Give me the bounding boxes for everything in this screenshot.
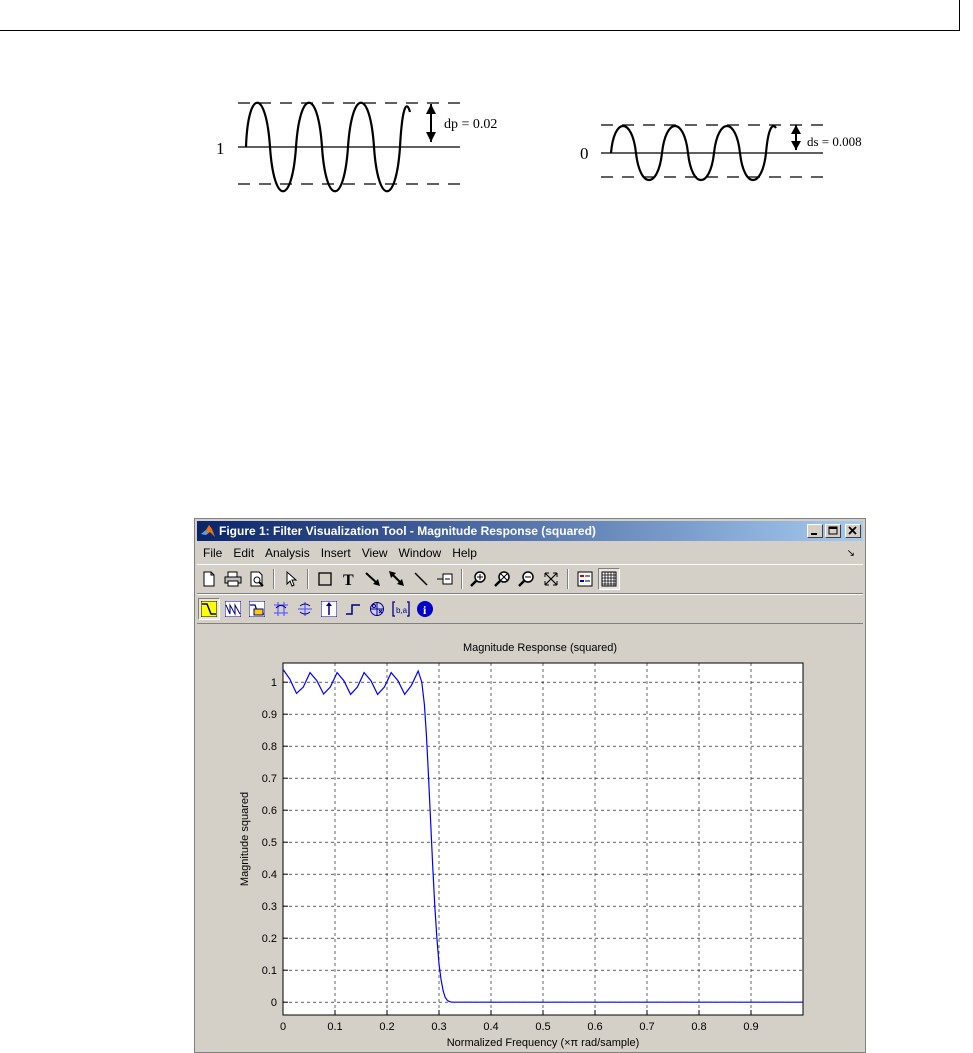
zoom-in-icon[interactable]: [468, 568, 490, 590]
step-response-icon[interactable]: [342, 598, 364, 620]
x-tick-label: 0.1: [327, 1021, 342, 1033]
text-icon[interactable]: T: [338, 568, 360, 590]
y-tick-label: 0: [271, 997, 277, 1009]
y-tick-label: 0.5: [262, 837, 277, 849]
print-preview-icon[interactable]: [246, 568, 268, 590]
x-tick-label: 0: [280, 1021, 286, 1033]
x-tick-label: 0.5: [535, 1021, 550, 1033]
grid-icon[interactable]: [598, 568, 620, 590]
magnitude-phase-icon[interactable]: [246, 598, 268, 620]
x-tick-label: 0.8: [691, 1021, 706, 1033]
x-tick-label: 0.2: [379, 1021, 394, 1033]
phase-delay-icon[interactable]: [294, 598, 316, 620]
y-tick-label: 0.4: [262, 869, 277, 881]
dock-arrow-icon[interactable]: ↘: [847, 548, 855, 559]
stopband-level-label: 0: [580, 144, 589, 163]
group-delay-icon[interactable]: [270, 598, 292, 620]
menu-insert[interactable]: Insert: [315, 546, 356, 560]
svg-text:b,a: b,a: [396, 606, 408, 615]
filter-coefficients-icon[interactable]: b,a: [390, 598, 412, 620]
plot-title: Magnitude Response (squared): [463, 642, 617, 654]
close-button[interactable]: [845, 524, 861, 538]
filter-info-icon[interactable]: i: [414, 598, 436, 620]
menu-help[interactable]: Help: [446, 546, 482, 560]
y-tick-label: 0.6: [262, 805, 277, 817]
menu-bar: File Edit Analysis Insert View Window He…: [197, 543, 863, 563]
passband-ripple-diagram: 1 dp = 0.02: [216, 101, 497, 193]
figure-toolbar: T: [197, 564, 863, 594]
y-tick-label: 0.1: [262, 965, 277, 977]
x-tick-label: 0.9: [743, 1021, 758, 1033]
stopband-ripple-label: ds = 0.008: [807, 134, 862, 149]
figure-window: Figure 1: Filter Visualization Tool - Ma…: [194, 518, 866, 1053]
x-tick-label: 0.6: [587, 1021, 602, 1033]
minimize-button[interactable]: [807, 524, 823, 538]
title-bar[interactable]: Figure 1: Filter Visualization Tool - Ma…: [197, 521, 863, 541]
y-tick-label: 0.3: [262, 901, 277, 913]
menu-window[interactable]: Window: [393, 546, 447, 560]
arrow-icon[interactable]: [362, 568, 384, 590]
analysis-toolbar: b,a i: [197, 594, 863, 624]
x-axis-label: Normalized Frequency (×π rad/sample): [447, 1037, 640, 1049]
menu-file[interactable]: File: [197, 546, 227, 560]
y-tick-label: 0.2: [262, 933, 277, 945]
y-axis-label: Magnitude squared: [239, 792, 251, 886]
y-tick-label: 0.9: [262, 709, 277, 721]
x-tick-label: 0.4: [483, 1021, 498, 1033]
maximize-button[interactable]: [825, 524, 841, 538]
phase-response-icon[interactable]: [222, 598, 244, 620]
print-icon[interactable]: [222, 568, 244, 590]
menu-analysis[interactable]: Analysis: [259, 546, 315, 560]
pole-zero-icon[interactable]: [366, 598, 388, 620]
impulse-response-icon[interactable]: [318, 598, 340, 620]
magnitude-response-icon[interactable]: [198, 598, 220, 620]
new-figure-icon[interactable]: [198, 568, 220, 590]
matlab-logo-icon: [201, 525, 215, 537]
y-tick-label: 0.7: [262, 773, 277, 785]
svg-text:T: T: [343, 572, 354, 587]
magnitude-plot[interactable]: Magnitude Response (squared) 0 0.1 0.2 0.3 0…: [195, 623, 865, 1052]
x-tick-label: 0.3: [431, 1021, 446, 1033]
full-view-icon[interactable]: [540, 568, 562, 590]
menu-view[interactable]: View: [356, 546, 393, 560]
stopband-ripple-diagram: 0 ds = 0.008: [580, 124, 862, 182]
passband-level-label: 1: [216, 139, 225, 158]
passband-ripple-label: dp = 0.02: [444, 117, 497, 132]
window-title: Figure 1: Filter Visualization Tool - Ma…: [219, 524, 596, 538]
menu-edit[interactable]: Edit: [227, 546, 259, 560]
double-arrow-icon[interactable]: [386, 568, 408, 590]
zoom-x-icon[interactable]: [516, 568, 538, 590]
rectangle-icon[interactable]: [314, 568, 336, 590]
zoom-out-icon[interactable]: [492, 568, 514, 590]
legend-toggle-icon[interactable]: [574, 568, 596, 590]
page-header-rule: [0, 0, 960, 31]
legend-icon[interactable]: [434, 568, 456, 590]
line-icon[interactable]: [410, 568, 432, 590]
y-tick-label: 0.8: [262, 741, 277, 753]
x-tick-label: 0.7: [639, 1021, 654, 1033]
select-arrow-icon[interactable]: [280, 568, 302, 590]
y-tick-label: 1: [271, 677, 277, 689]
